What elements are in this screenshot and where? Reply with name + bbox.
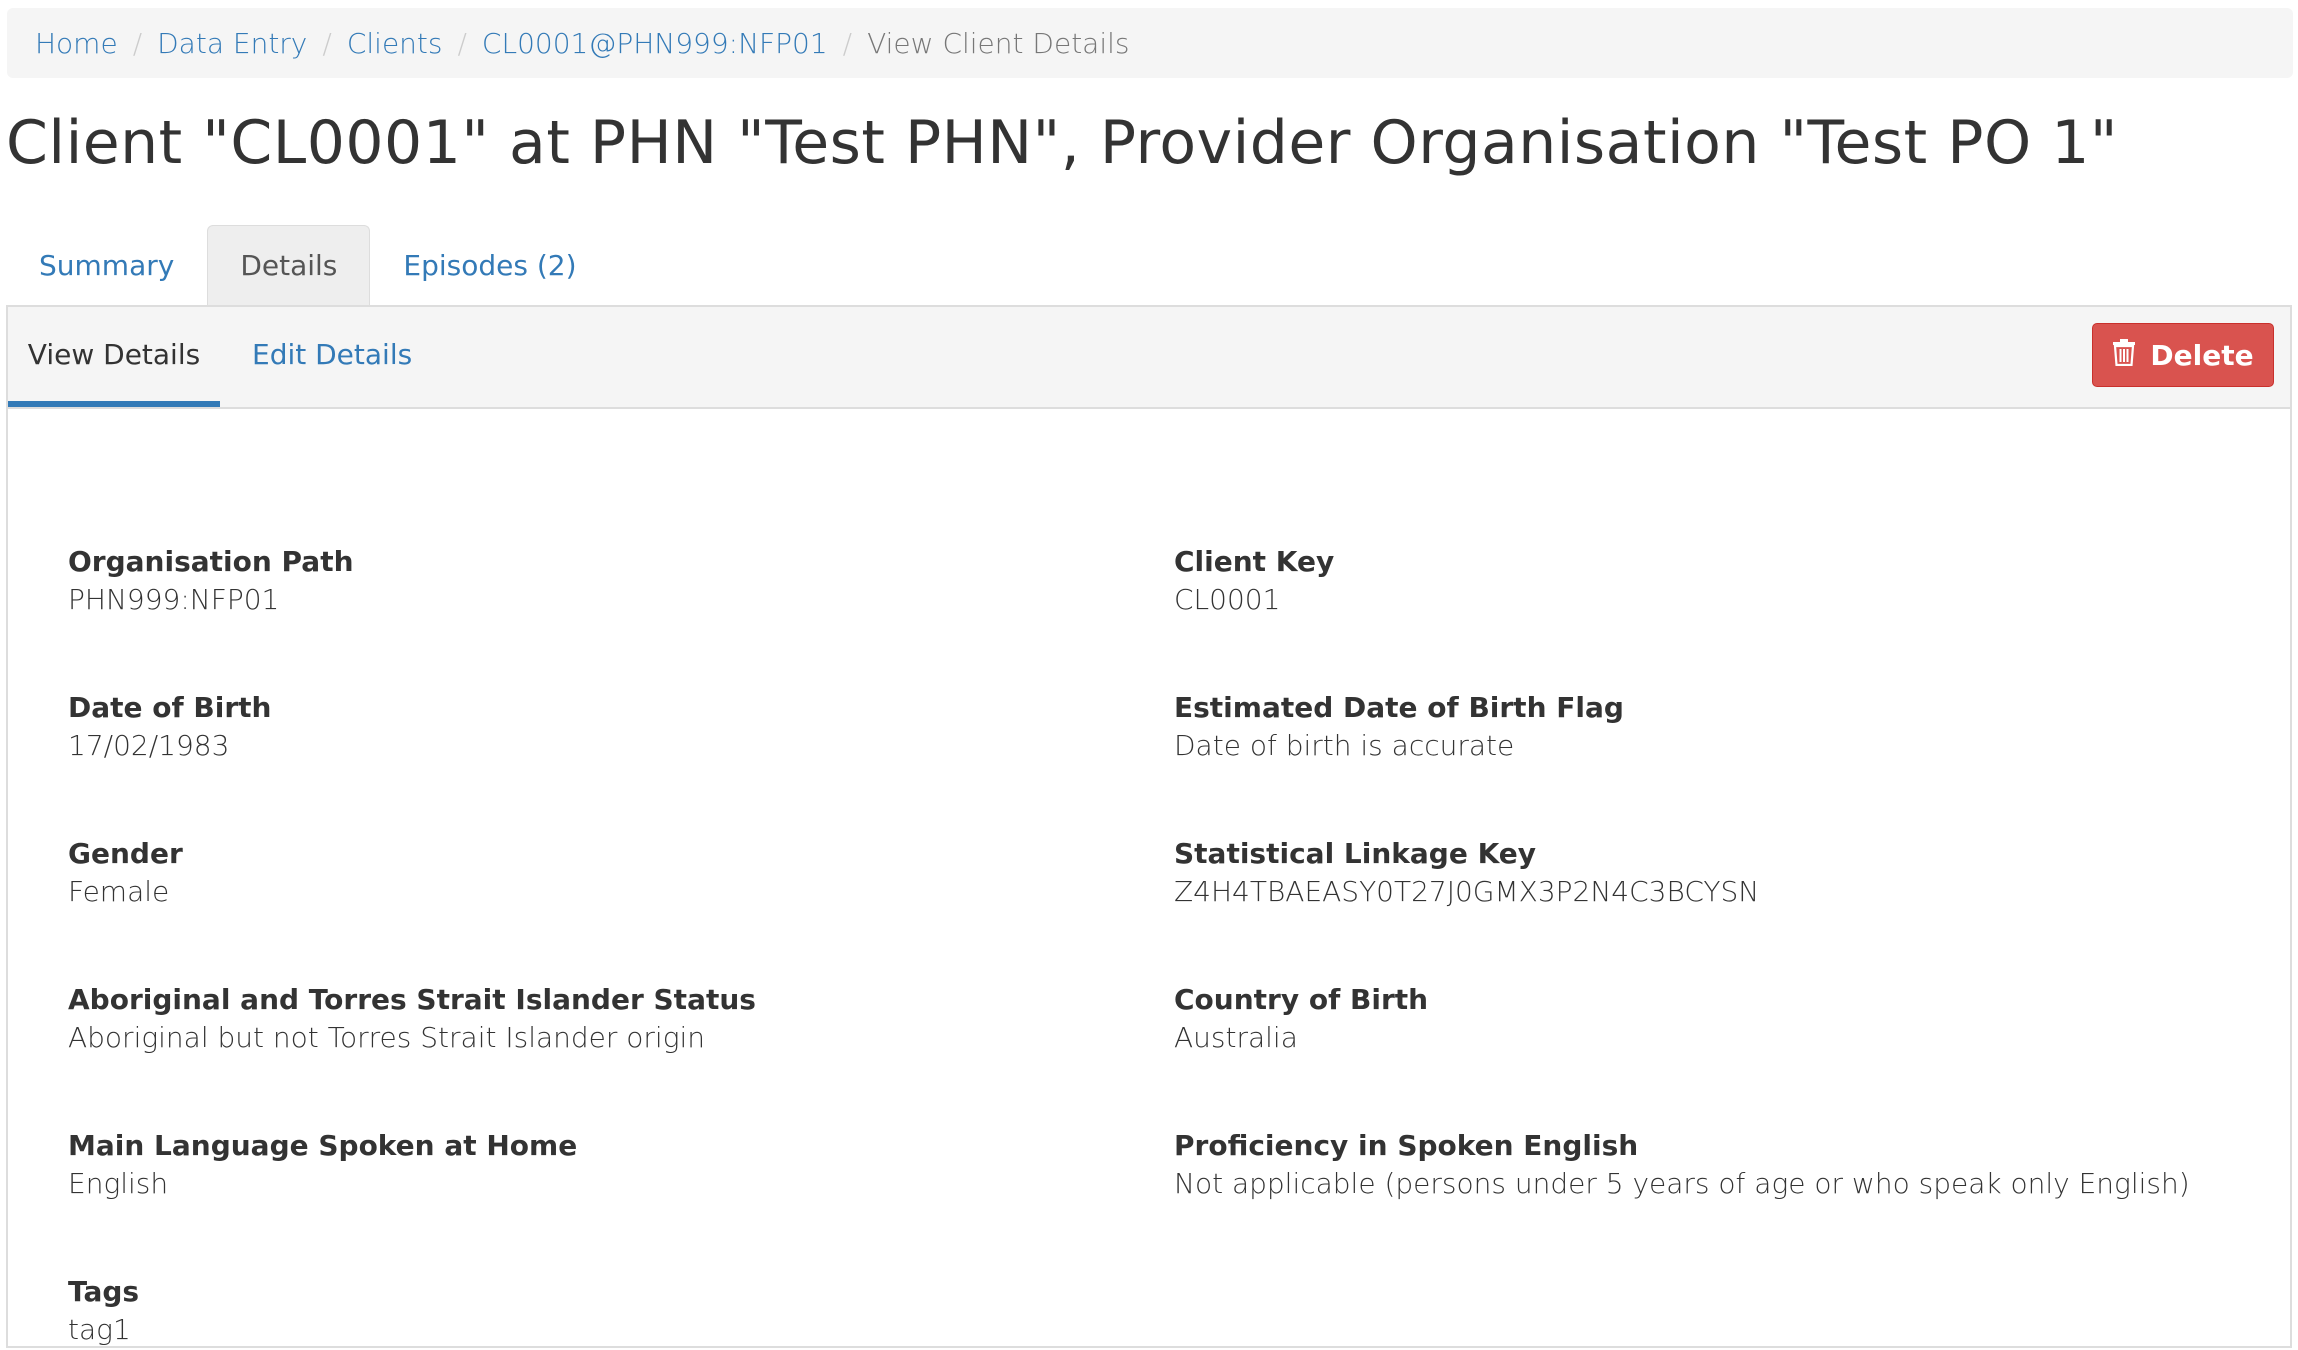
field-country-of-birth: Country of Birth Australia — [1174, 981, 1428, 1057]
tab-summary[interactable]: Summary — [6, 225, 207, 307]
field-estimated-dob-flag: Estimated Date of Birth Flag Date of bir… — [1174, 689, 1624, 765]
subtab-view-details[interactable]: View Details — [8, 307, 220, 407]
breadcrumb-separator: / — [322, 26, 332, 60]
field-label: Main Language Spoken at Home — [68, 1129, 578, 1162]
delete-button-label: Delete — [2150, 338, 2254, 372]
field-value: Not applicable (persons under 5 years of… — [1174, 1167, 2190, 1200]
breadcrumb-current: View Client Details — [867, 26, 1130, 60]
field-organisation-path: Organisation Path PHN999:NFP01 — [68, 543, 354, 619]
breadcrumb-client-link[interactable]: CL0001@PHN999:NFP01 — [482, 27, 828, 60]
field-gender: Gender Female — [68, 835, 183, 911]
field-label: Estimated Date of Birth Flag — [1174, 691, 1624, 724]
page-title: Client "CL0001" at PHN "Test PHN", Provi… — [6, 108, 2119, 178]
field-tags: Tags tag1 — [68, 1273, 139, 1349]
field-value: Date of birth is accurate — [1174, 729, 1515, 762]
field-statistical-linkage-key: Statistical Linkage Key Z4H4TBAEASY0T27J… — [1174, 835, 1759, 911]
field-client-key: Client Key CL0001 — [1174, 543, 1334, 619]
field-value: PHN999:NFP01 — [68, 583, 280, 616]
field-label: Statistical Linkage Key — [1174, 837, 1537, 870]
delete-button[interactable]: Delete — [2092, 323, 2274, 387]
trash-icon — [2112, 338, 2136, 373]
breadcrumb-data-entry-link[interactable]: Data Entry — [157, 27, 307, 60]
field-label: Country of Birth — [1174, 983, 1429, 1016]
field-date-of-birth: Date of Birth 17/02/1983 — [68, 689, 272, 765]
breadcrumb-clients-link[interactable]: Clients — [347, 27, 443, 60]
tab-episodes[interactable]: Episodes (2) — [370, 225, 609, 307]
client-tabs: Summary Details Episodes (2) — [6, 225, 2292, 307]
breadcrumb-separator: / — [842, 26, 853, 60]
field-label: Organisation Path — [68, 545, 354, 578]
field-english-proficiency: Proficiency in Spoken English Not applic… — [1174, 1127, 2190, 1203]
tab-details[interactable]: Details — [207, 225, 371, 307]
breadcrumb: Home / Data Entry / Clients / CL0001@PHN… — [7, 8, 2293, 78]
field-label: Proficiency in Spoken English — [1174, 1129, 1639, 1162]
field-value: tag1 — [68, 1313, 131, 1346]
field-main-language: Main Language Spoken at Home English — [68, 1127, 577, 1203]
field-label: Client Key — [1174, 545, 1335, 578]
field-label: Date of Birth — [68, 691, 272, 724]
field-value: Australia — [1174, 1021, 1298, 1054]
field-value: CL0001 — [1174, 583, 1281, 616]
field-value: Female — [68, 875, 170, 908]
field-value: 17/02/1983 — [68, 729, 230, 762]
field-value: Z4H4TBAEASY0T27J0GMX3P2N4C3BCYSN — [1174, 875, 1760, 908]
field-value: English — [68, 1167, 169, 1200]
field-label: Tags — [68, 1275, 140, 1308]
breadcrumb-separator: / — [132, 26, 143, 60]
breadcrumb-home-link[interactable]: Home — [35, 27, 118, 60]
breadcrumb-separator: / — [457, 26, 467, 60]
field-label: Aboriginal and Torres Strait Islander St… — [68, 983, 756, 1016]
field-atsi-status: Aboriginal and Torres Strait Islander St… — [68, 981, 756, 1057]
details-panel: View Details Edit Details Delete Organis… — [6, 305, 2292, 1348]
field-value: Aboriginal but not Torres Strait Islande… — [68, 1021, 706, 1054]
subtab-edit-details[interactable]: Edit Details — [252, 307, 412, 407]
details-subnav: View Details Edit Details Delete — [8, 307, 2290, 409]
field-label: Gender — [68, 837, 183, 870]
